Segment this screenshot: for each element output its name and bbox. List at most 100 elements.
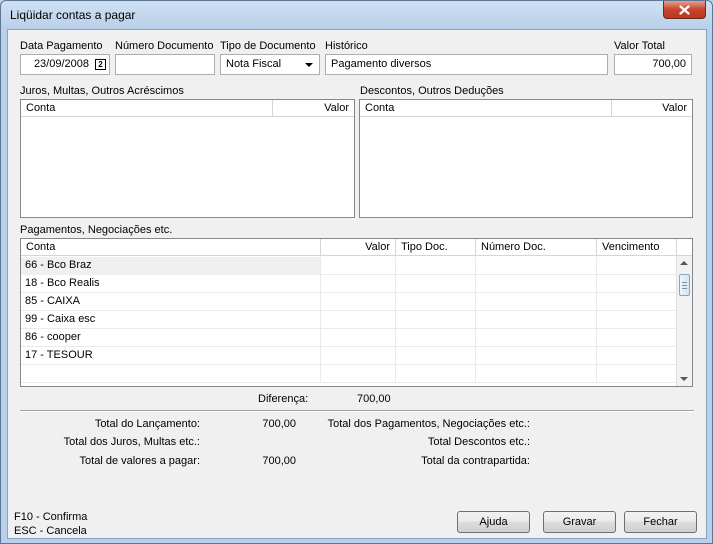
row-conta-cell[interactable]: 86 - cooper (21, 329, 321, 347)
total-pagamentos-label: Total dos Pagamentos, Negociações etc.: (327, 418, 530, 430)
numero-documento-label: Número Documento (115, 40, 214, 52)
scrollbar-thumb[interactable] (679, 274, 690, 296)
data-pagamento-field[interactable]: 23/09/2008 2 (20, 54, 110, 75)
total-pagar-value: 700,00 (262, 455, 296, 467)
row-conta-cell[interactable]: 66 - Bco Braz (21, 257, 321, 275)
numero-documento-field[interactable] (115, 54, 215, 75)
table-row[interactable]: 86 - cooper (21, 329, 677, 347)
diferenca-label: Diferença: (258, 393, 309, 405)
column-header-vencimento[interactable]: Vencimento (597, 239, 677, 256)
total-lancamento-label: Total do Lançamento: (94, 418, 200, 430)
calendar-icon[interactable]: 2 (95, 59, 106, 70)
dialog-window: Liqüidar contas a pagar Data Pagamento 2… (0, 0, 713, 544)
pagamentos-grid[interactable]: Conta Valor Tipo Doc. Número Doc. Vencim… (20, 238, 693, 387)
row-cell[interactable] (597, 275, 677, 293)
ajuda-button[interactable]: Ajuda (457, 511, 530, 533)
column-header-conta[interactable]: Conta (360, 100, 612, 117)
tipo-documento-select[interactable]: Nota Fiscal (220, 54, 320, 75)
column-header-conta[interactable]: Conta (21, 100, 273, 117)
row-cell[interactable] (597, 257, 677, 275)
row-conta-cell[interactable]: 18 - Bco Realis (21, 275, 321, 293)
column-header-tipo-doc[interactable]: Tipo Doc. (396, 239, 476, 256)
column-header-valor[interactable]: Valor (273, 100, 354, 117)
total-pagar-label: Total de valores a pagar: (79, 455, 200, 467)
table-row[interactable]: 18 - Bco Realis (21, 275, 677, 293)
close-button[interactable] (663, 1, 706, 19)
row-cell[interactable] (396, 293, 476, 311)
vertical-scrollbar[interactable] (676, 256, 692, 386)
row-cell[interactable] (396, 347, 476, 365)
row-cell[interactable] (597, 347, 677, 365)
scroll-up-arrow-icon[interactable] (680, 261, 688, 265)
scroll-down-arrow-icon[interactable] (680, 377, 688, 381)
row-cell[interactable] (476, 275, 597, 293)
row-cell[interactable] (321, 257, 396, 275)
row-cell[interactable] (597, 329, 677, 347)
row-cell[interactable] (597, 293, 677, 311)
gravar-button[interactable]: Gravar (543, 511, 616, 533)
acrescimos-label: Juros, Multas, Outros Acréscimos (20, 85, 184, 97)
row-cell[interactable] (396, 257, 476, 275)
pagamentos-label: Pagamentos, Negociações etc. (20, 224, 173, 236)
row-cell[interactable] (396, 365, 476, 383)
row-cell[interactable] (476, 329, 597, 347)
row-cell[interactable] (476, 311, 597, 329)
row-conta-cell[interactable]: 17 - TESOUR (21, 347, 321, 365)
row-cell[interactable] (476, 257, 597, 275)
total-contrapartida-label: Total da contrapartida: (421, 455, 530, 467)
window-title: Liqüidar contas a pagar (10, 8, 136, 22)
pagamentos-grid-header: Conta Valor Tipo Doc. Número Doc. Vencim… (21, 239, 692, 256)
fechar-button[interactable]: Fechar (624, 511, 697, 533)
deducoes-grid[interactable]: Conta Valor (359, 99, 693, 218)
row-cell[interactable] (597, 311, 677, 329)
historico-value: Pagamento diversos (331, 58, 432, 70)
acrescimos-grid-header: Conta Valor (21, 100, 354, 117)
diferenca-value: 700,00 (357, 393, 391, 405)
row-conta-cell[interactable]: 99 - Caixa esc (21, 311, 321, 329)
row-cell[interactable] (597, 365, 677, 383)
table-row[interactable]: 17 - TESOUR (21, 347, 677, 365)
table-row-empty[interactable] (21, 365, 677, 383)
row-cell[interactable] (396, 275, 476, 293)
row-conta-cell[interactable]: 85 - CAIXA (21, 293, 321, 311)
row-cell[interactable] (321, 329, 396, 347)
valor-total-field[interactable]: 700,00 (614, 54, 692, 75)
table-row[interactable]: 85 - CAIXA (21, 293, 677, 311)
close-icon (679, 4, 690, 15)
tipo-documento-label: Tipo de Documento (220, 40, 316, 52)
divider-highlight (20, 411, 694, 412)
data-pagamento-value: 23/09/2008 (33, 58, 89, 70)
row-cell[interactable] (321, 365, 396, 383)
table-row[interactable]: 99 - Caixa esc (21, 311, 677, 329)
column-header-valor[interactable]: Valor (612, 100, 692, 117)
total-lancamento-value: 700,00 (262, 418, 296, 430)
shortcut-confirma: F10 - Confirma (14, 511, 88, 523)
acrescimos-grid[interactable]: Conta Valor (20, 99, 355, 218)
valor-total-label: Valor Total (614, 40, 665, 52)
valor-total-value: 700,00 (652, 58, 686, 70)
title-bar[interactable]: Liqüidar contas a pagar (1, 1, 712, 29)
row-cell[interactable] (321, 275, 396, 293)
tipo-documento-value: Nota Fiscal (226, 58, 282, 70)
total-descontos-label: Total Descontos etc.: (427, 436, 530, 448)
historico-label: Histórico (325, 40, 368, 52)
row-cell[interactable] (476, 347, 597, 365)
total-juros-label: Total dos Juros, Multas etc.: (63, 436, 200, 448)
column-header-numero-doc[interactable]: Número Doc. (476, 239, 597, 256)
row-cell[interactable] (321, 347, 396, 365)
row-cell[interactable] (321, 311, 396, 329)
row-cell[interactable] (476, 365, 597, 383)
row-cell[interactable] (476, 293, 597, 311)
table-row[interactable]: 66 - Bco Braz (21, 257, 677, 275)
row-cell[interactable] (396, 311, 476, 329)
row-cell[interactable] (21, 365, 321, 383)
shortcut-cancela: ESC - Cancela (14, 525, 87, 537)
column-header-valor[interactable]: Valor (321, 239, 396, 256)
historico-field[interactable]: Pagamento diversos (325, 54, 608, 75)
chevron-down-icon[interactable] (305, 63, 313, 67)
dialog-body: Data Pagamento 23/09/2008 2 Número Docum… (7, 29, 707, 539)
deducoes-grid-header: Conta Valor (360, 100, 692, 117)
row-cell[interactable] (396, 329, 476, 347)
column-header-conta[interactable]: Conta (21, 239, 321, 256)
row-cell[interactable] (321, 293, 396, 311)
